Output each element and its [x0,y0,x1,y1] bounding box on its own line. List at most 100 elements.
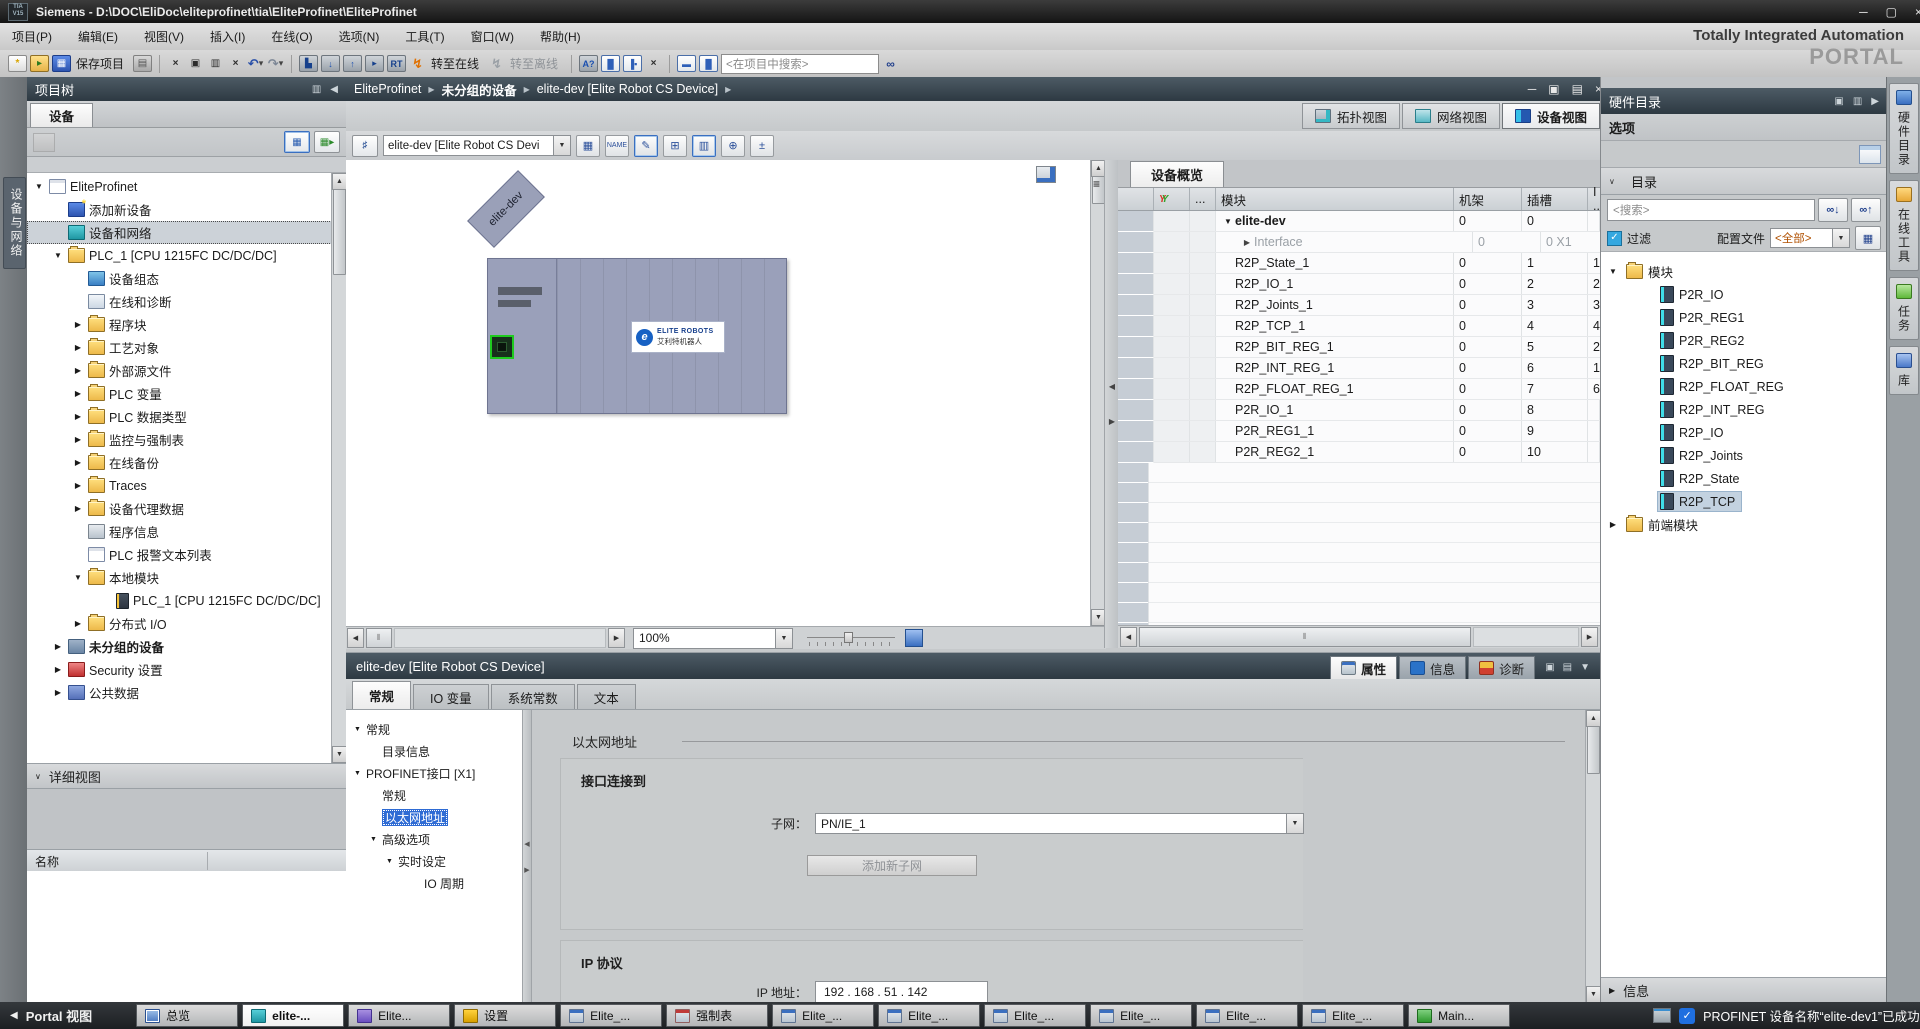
row-selector-cell[interactable] [1118,379,1154,400]
module-cell[interactable]: R2P_FLOAT_REG_1 [1216,379,1454,399]
device-overview-row[interactable]: R2P_FLOAT_REG_1 0 7 68... [1118,379,1600,400]
taskbar-editor-button[interactable]: 总览 [136,1004,238,1027]
module-cell[interactable]: P2R_REG2_1 [1216,442,1454,462]
rack-cell[interactable]: 0 [1454,379,1522,399]
nav-chevron-icon[interactable] [368,836,379,843]
tree-item[interactable]: 外部源文件 [27,359,332,382]
slot-cell[interactable]: 2 [1522,274,1588,294]
rack-cell[interactable]: 0 [1454,274,1522,294]
fit-to-window-icon[interactable] [905,629,923,647]
module-cell[interactable]: R2P_BIT_REG_1 [1216,337,1454,357]
catalog-tree-item[interactable]: R2P_FLOAT_REG [1601,375,1887,398]
expand-chevron-icon[interactable] [72,366,84,375]
expand-chevron-icon[interactable] [72,320,84,329]
module-cell[interactable]: R2P_State_1 [1216,253,1454,273]
taskbar-editor-button[interactable]: 设置 [454,1004,556,1027]
taskbar-editor-button[interactable]: Elite_... [878,1004,980,1027]
overview-horizontal-scrollbar[interactable]: ◀ ⦀ ▶ [1118,625,1600,648]
new-project-icon[interactable]: * [8,55,27,72]
hide-panel-icon[interactable]: ▶ [1871,96,1879,107]
zoom-in-icon[interactable]: ⊕ [721,135,745,157]
device-overview-row[interactable]: Interface 0 0 X1 [1118,232,1600,253]
scroll-up-icon[interactable]: ▲ [1586,710,1601,727]
catalog-tree-item[interactable]: 前端模块 [1601,513,1887,536]
expand-chevron-icon[interactable] [52,642,64,651]
tree-item[interactable]: PLC 报警文本列表 [27,543,332,566]
iaddress-cell[interactable] [1588,400,1600,420]
iaddress-cell[interactable] [1588,211,1600,231]
zoom-dropdown-icon[interactable]: ▼ [775,629,792,648]
tree-item[interactable]: 设备组态 [27,267,332,290]
tree-item[interactable]: Traces [27,474,332,497]
search-up-icon[interactable]: ∞↑ [1851,198,1881,222]
menu-item[interactable]: 工具(T) [405,28,444,45]
search-down-icon[interactable]: ∞↓ [1818,198,1848,222]
expand-chevron-icon[interactable] [1607,520,1619,529]
breadcrumb-label[interactable]: elite-dev [Elite Robot CS Device] [537,82,718,96]
rack-cell[interactable]: 0 [1454,358,1522,378]
tree-item[interactable]: 工艺对象 [27,336,332,359]
crosshair-icon[interactable]: ⊞ [663,135,687,157]
splitter-left-icon[interactable]: ◀ [1109,382,1115,391]
properties-nav-item[interactable]: 实时设定 [346,850,522,872]
rack-cell[interactable]: 0 [1473,232,1541,252]
device-overview-row[interactable]: R2P_INT_REG_1 0 6 16... [1118,358,1600,379]
taskbar-editor-button[interactable]: Elite_... [772,1004,874,1027]
properties-nav-item[interactable]: 高级选项 [346,828,522,850]
taskbar-editor-button[interactable]: elite-... [242,1004,344,1027]
module-cell[interactable]: R2P_TCP_1 [1216,316,1454,336]
device-overview-row[interactable]: R2P_State_1 0 1 10... [1118,253,1600,274]
catalog-tree-item[interactable]: 模块 [1601,260,1887,283]
profinet-port-icon[interactable] [490,335,514,359]
expand-chevron-icon[interactable] [72,435,84,444]
slot-cell[interactable]: 6 [1522,358,1588,378]
nav-chevron-icon[interactable] [352,770,363,777]
view-switch-button[interactable]: 设备视图 [1502,103,1600,129]
copy-icon[interactable]: ▣ [187,56,204,71]
side-tab[interactable]: 在线工具 [1889,180,1919,271]
tree-item[interactable]: 设备代理数据 [27,497,332,520]
module-cell[interactable]: R2P_IO_1 [1216,274,1454,294]
tree-item[interactable]: PLC_1 [CPU 1215FC DC/DC/DC] [27,589,332,612]
hardware-detail-window-icon[interactable] [1859,145,1881,164]
tree-item[interactable]: 程序信息 [27,520,332,543]
taskbar-editor-button[interactable]: Elite_... [984,1004,1086,1027]
scroll-track[interactable] [394,628,606,648]
device-selector[interactable]: elite-dev [Elite Robot CS Devi ▼ [383,135,571,156]
save-project-icon[interactable]: ▦ [52,55,71,72]
rack-cell[interactable]: 0 [1454,400,1522,420]
properties-nav-item[interactable]: PROFINET接口 [X1] [346,762,522,784]
catalog-section-header[interactable]: ∨ 目录 [1601,168,1887,195]
show-columns-view-icon[interactable]: ▥ [692,135,716,157]
taskbar-editor-button[interactable]: Elite... [348,1004,450,1027]
device-canvas[interactable]: elite-dev e ELITE ROBOTS 艾利特机器人 [346,160,1091,626]
split-editor-vertical-icon[interactable]: ▐▌ [699,55,718,72]
catalog-search-input[interactable] [1607,199,1815,221]
properties-tab[interactable]: 常规 [352,681,411,709]
module-cell[interactable]: P2R_IO_1 [1216,400,1454,420]
breadcrumb-item[interactable]: 未分组的设备 ▶ [442,80,530,99]
row-selector-cell[interactable] [1118,232,1154,253]
slot-cell[interactable]: 5 [1522,337,1588,357]
device-overview-row[interactable]: elite-dev 0 0 [1118,211,1600,232]
collapse-panel-icon[interactable]: ▥ [312,84,321,95]
breadcrumb-item[interactable]: EliteProfinet ▶ [354,82,435,96]
scroll-down-icon[interactable]: ▼ [332,746,346,763]
status-notification[interactable]: ✓ PROFINET 设备名称“elite-dev1”已成功... [1653,1006,1920,1025]
tree-item[interactable]: PLC_1 [CPU 1215FC DC/DC/DC] [27,244,332,267]
subnet-dropdown-icon[interactable]: ▼ [1286,814,1303,833]
slot-cell[interactable]: 4 [1522,316,1588,336]
menu-item[interactable]: 项目(P) [12,28,52,45]
side-tab[interactable]: 库 [1889,346,1919,395]
side-tab[interactable]: 任务 [1889,277,1919,340]
expand-chevron-icon[interactable] [33,182,45,191]
slot-cell[interactable]: 10 [1522,442,1588,462]
save-project-label[interactable]: 保存项目 [76,55,124,72]
slot-column-header[interactable]: 插槽 [1522,188,1588,210]
device-overview-row[interactable]: R2P_Joints_1 0 3 32... [1118,295,1600,316]
module-cell[interactable]: P2R_REG1_1 [1216,421,1454,441]
properties-tab[interactable]: 文本 [577,684,636,709]
paste-icon[interactable]: ▥ [207,56,224,71]
tree-item[interactable]: PLC 数据类型 [27,405,332,428]
tree-item[interactable]: Security 设置 [27,658,332,681]
